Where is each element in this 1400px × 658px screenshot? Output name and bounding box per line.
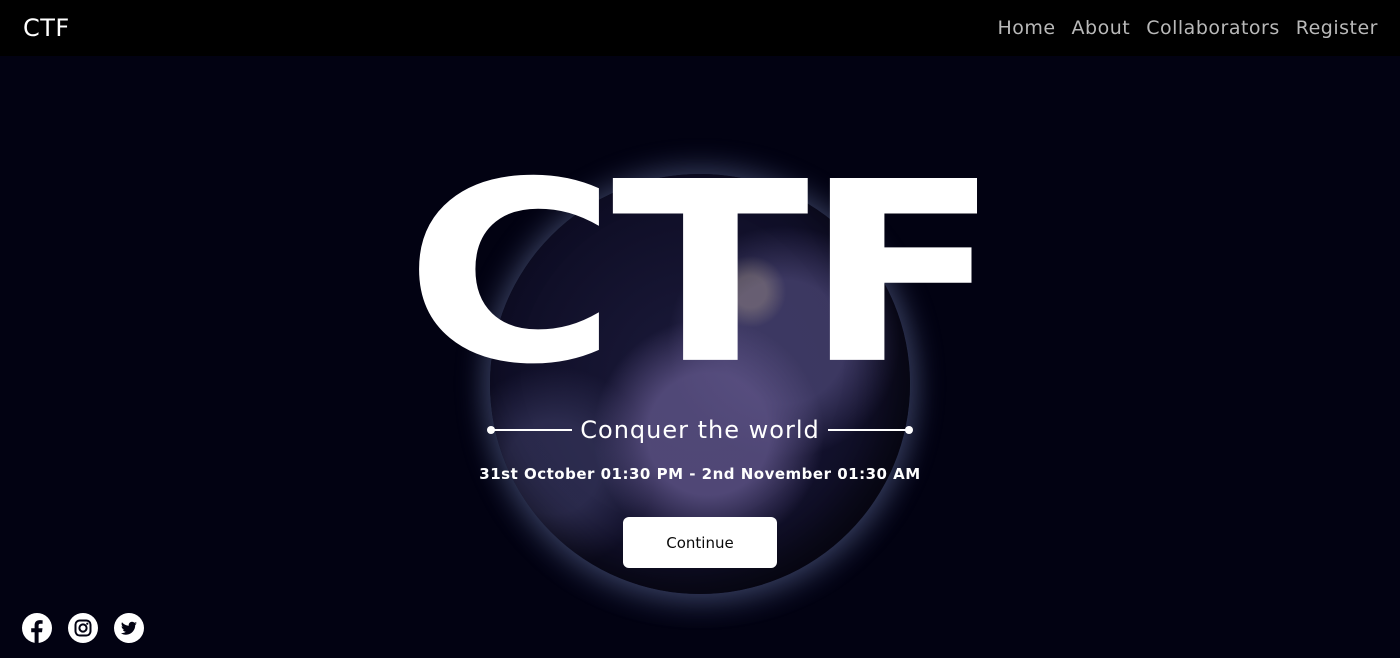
social-links bbox=[22, 613, 144, 643]
twitter-icon[interactable] bbox=[114, 613, 144, 643]
nav-link-register[interactable]: Register bbox=[1296, 17, 1378, 39]
tagline-divider-right bbox=[827, 426, 913, 434]
tagline-divider-left bbox=[487, 426, 573, 434]
hero-title: CTF bbox=[404, 129, 1002, 420]
tagline-row: Conquer the world bbox=[487, 412, 913, 448]
landing-page: CTF Home About Collaborators Register CT… bbox=[0, 0, 1400, 658]
nav-link-home[interactable]: Home bbox=[997, 17, 1055, 39]
brand-logo[interactable]: CTF bbox=[23, 14, 70, 42]
event-dates: 31st October 01:30 PM - 2nd November 01:… bbox=[479, 465, 921, 483]
nav-link-about[interactable]: About bbox=[1072, 17, 1131, 39]
instagram-icon[interactable] bbox=[68, 613, 98, 643]
facebook-icon[interactable] bbox=[22, 613, 52, 643]
continue-button[interactable]: Continue bbox=[623, 517, 777, 568]
tagline: Conquer the world bbox=[580, 416, 820, 444]
navbar: CTF Home About Collaborators Register bbox=[0, 0, 1400, 56]
nav-links: Home About Collaborators Register bbox=[997, 17, 1378, 39]
nav-link-collaborators[interactable]: Collaborators bbox=[1146, 17, 1280, 39]
